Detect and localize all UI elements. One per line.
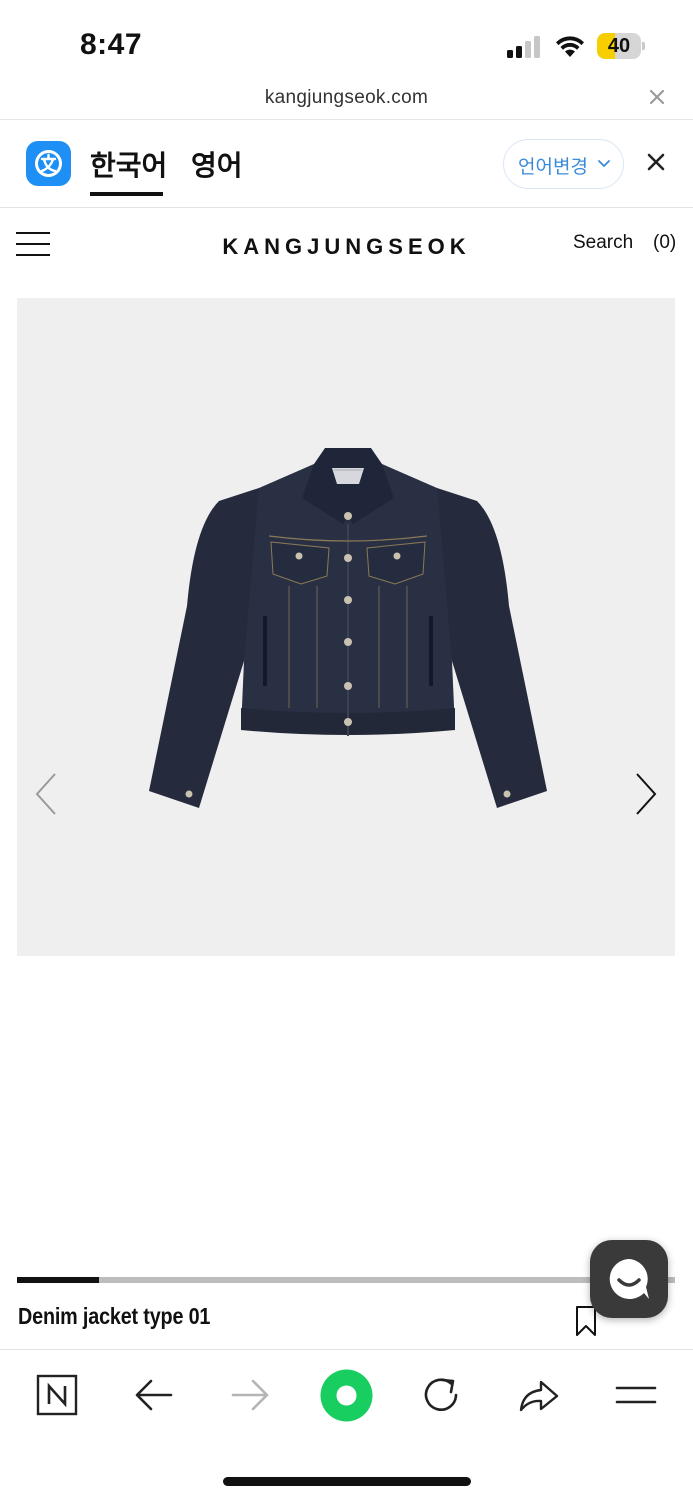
chevron-down-icon	[598, 160, 610, 168]
url-bar[interactable]: kangjungseok.com	[0, 80, 693, 120]
url-text[interactable]: kangjungseok.com	[0, 87, 693, 109]
tab-english[interactable]: 영어	[191, 144, 243, 184]
green-dot-home-icon[interactable]	[320, 1369, 373, 1422]
share-icon[interactable]	[515, 1372, 561, 1418]
back-arrow-icon[interactable]	[131, 1372, 177, 1418]
carousel-next-icon[interactable]	[633, 772, 659, 816]
home-indicator	[223, 1477, 471, 1486]
change-language-label: 언어변경	[518, 157, 588, 178]
carousel-progress	[17, 1277, 675, 1283]
close-translation-icon[interactable]	[645, 151, 667, 173]
change-language-button[interactable]: 언어변경	[503, 139, 624, 189]
translation-bar: 한국어 영어 언어변경	[0, 120, 693, 208]
carousel-progress-fill	[17, 1277, 100, 1283]
menu-icon[interactable]	[613, 1372, 659, 1418]
wifi-icon	[556, 36, 584, 57]
product-image	[149, 448, 547, 808]
reload-icon[interactable]	[418, 1372, 464, 1418]
product-image-carousel[interactable]	[17, 298, 675, 956]
cart-count[interactable]: (0)	[653, 232, 676, 254]
tab-korean[interactable]: 한국어	[90, 144, 167, 184]
chat-icon[interactable]	[590, 1240, 668, 1318]
battery-icon: 40	[597, 33, 645, 59]
battery-level: 40	[607, 35, 631, 57]
naver-icon[interactable]	[34, 1372, 80, 1418]
cellular-signal-icon	[507, 36, 540, 58]
carousel-prev-icon[interactable]	[33, 772, 59, 816]
product-name: Denim jacket type 01	[18, 1303, 211, 1329]
close-icon[interactable]	[646, 86, 668, 108]
status-time: 8:47	[80, 28, 143, 61]
search-link[interactable]: Search	[573, 232, 633, 254]
active-tab-indicator	[90, 192, 163, 196]
browser-toolbar	[0, 1349, 693, 1441]
papago-translate-icon[interactable]	[26, 141, 71, 186]
site-header: KANGJUNGSEOK Search (0)	[0, 208, 693, 298]
status-bar: 8:47 40	[0, 0, 693, 80]
forward-arrow-icon[interactable]	[227, 1372, 273, 1418]
